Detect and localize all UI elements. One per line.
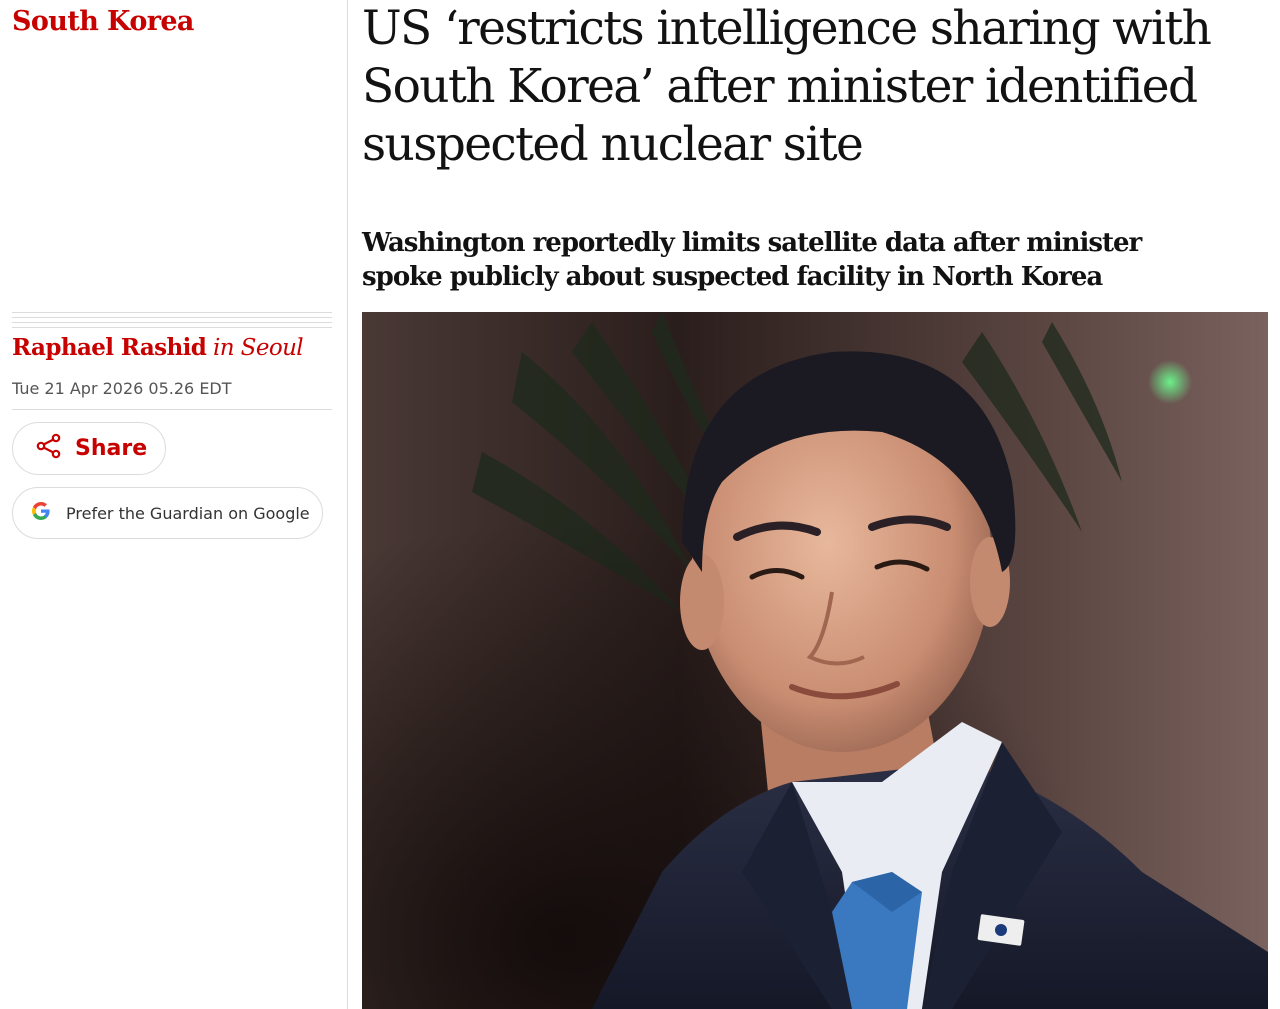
- share-label: Share: [75, 436, 148, 461]
- article-meta-column: South Korea Raphael Rashid in Seoul Tue …: [0, 0, 347, 1009]
- publish-date[interactable]: Tue 21 Apr 2026 05.26 EDT: [12, 379, 232, 398]
- byline-author-link[interactable]: Raphael Rashid: [12, 334, 207, 361]
- prefer-google-label: Prefer the Guardian on Google: [66, 503, 310, 523]
- portrait-illustration: [362, 312, 1268, 1009]
- article-headline: US ‘restricts intelligence sharing with …: [362, 0, 1262, 174]
- byline: Raphael Rashid in Seoul: [12, 334, 304, 361]
- headline-line: suspected nuclear site: [362, 117, 864, 172]
- main-media-image[interactable]: [362, 312, 1268, 1009]
- standfirst-line: Washington reportedly limits satellite d…: [362, 228, 1142, 258]
- standfirst-line: spoke publicly about suspected facility …: [362, 262, 1103, 292]
- article-standfirst: Washington reportedly limits satellite d…: [362, 226, 1262, 294]
- meta-divider: [12, 409, 332, 410]
- column-divider: [347, 0, 348, 1009]
- share-icon: [35, 432, 63, 465]
- headline-line: South Korea’ after minister identified: [362, 59, 1198, 114]
- prefer-google-button[interactable]: Prefer the Guardian on Google: [12, 487, 323, 539]
- google-g-icon: [31, 501, 51, 526]
- headline-line: US ‘restricts intelligence sharing with: [362, 1, 1212, 56]
- share-button[interactable]: Share: [12, 422, 166, 475]
- section-link[interactable]: South Korea: [12, 6, 194, 37]
- byline-rules: [12, 312, 332, 332]
- byline-location: in Seoul: [212, 335, 304, 361]
